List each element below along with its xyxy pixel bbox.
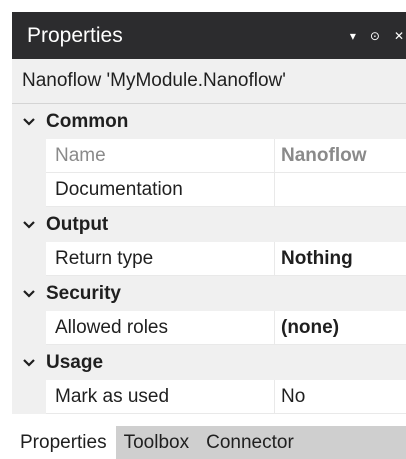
- category-security[interactable]: Security: [12, 276, 406, 311]
- property-value[interactable]: [275, 173, 406, 207]
- selected-object-name: Nanoflow 'MyModule.Nanoflow': [12, 59, 406, 104]
- category-label: Output: [46, 213, 109, 235]
- property-row-name[interactable]: Name Nanoflow: [12, 139, 406, 173]
- close-icon[interactable]: ✕: [394, 29, 404, 43]
- tab-properties[interactable]: Properties: [12, 426, 116, 459]
- pin-icon[interactable]: ⊙: [370, 29, 380, 43]
- category-label: Common: [46, 110, 129, 132]
- property-row-documentation[interactable]: Documentation: [12, 173, 406, 207]
- category-label: Usage: [46, 351, 104, 373]
- property-name: Name: [46, 139, 275, 173]
- property-grid: Common Name Nanoflow Documentation Outpu…: [12, 104, 406, 414]
- panel-title: Properties: [27, 23, 123, 47]
- panel-controls: ▾ ⊙ ✕: [350, 29, 406, 43]
- tab-connector[interactable]: Connector: [198, 426, 303, 459]
- chevron-down-icon[interactable]: [12, 220, 46, 230]
- property-value[interactable]: Nanoflow: [275, 139, 406, 173]
- property-value[interactable]: Nothing: [275, 242, 406, 276]
- chevron-down-icon[interactable]: [12, 358, 46, 368]
- category-output[interactable]: Output: [12, 207, 406, 242]
- property-value[interactable]: (none): [275, 311, 406, 345]
- property-row-mark-as-used[interactable]: Mark as used No: [12, 380, 406, 414]
- category-label: Security: [46, 282, 121, 304]
- tab-toolbox[interactable]: Toolbox: [116, 426, 199, 459]
- property-name: Return type: [46, 242, 275, 276]
- panel-tab-strip: Properties Toolbox Connector: [12, 426, 406, 459]
- property-name: Allowed roles: [46, 311, 275, 345]
- chevron-down-icon[interactable]: [12, 289, 46, 299]
- property-name: Documentation: [46, 173, 275, 207]
- property-value[interactable]: No: [275, 380, 406, 414]
- chevron-down-icon[interactable]: [12, 117, 46, 127]
- dropdown-arrow-icon[interactable]: ▾: [350, 29, 356, 43]
- property-name: Mark as used: [46, 380, 275, 414]
- category-usage[interactable]: Usage: [12, 345, 406, 380]
- panel-titlebar: Properties ▾ ⊙ ✕: [12, 12, 406, 59]
- category-common[interactable]: Common: [12, 104, 406, 139]
- property-row-allowed-roles[interactable]: Allowed roles (none): [12, 311, 406, 345]
- property-row-return-type[interactable]: Return type Nothing: [12, 242, 406, 276]
